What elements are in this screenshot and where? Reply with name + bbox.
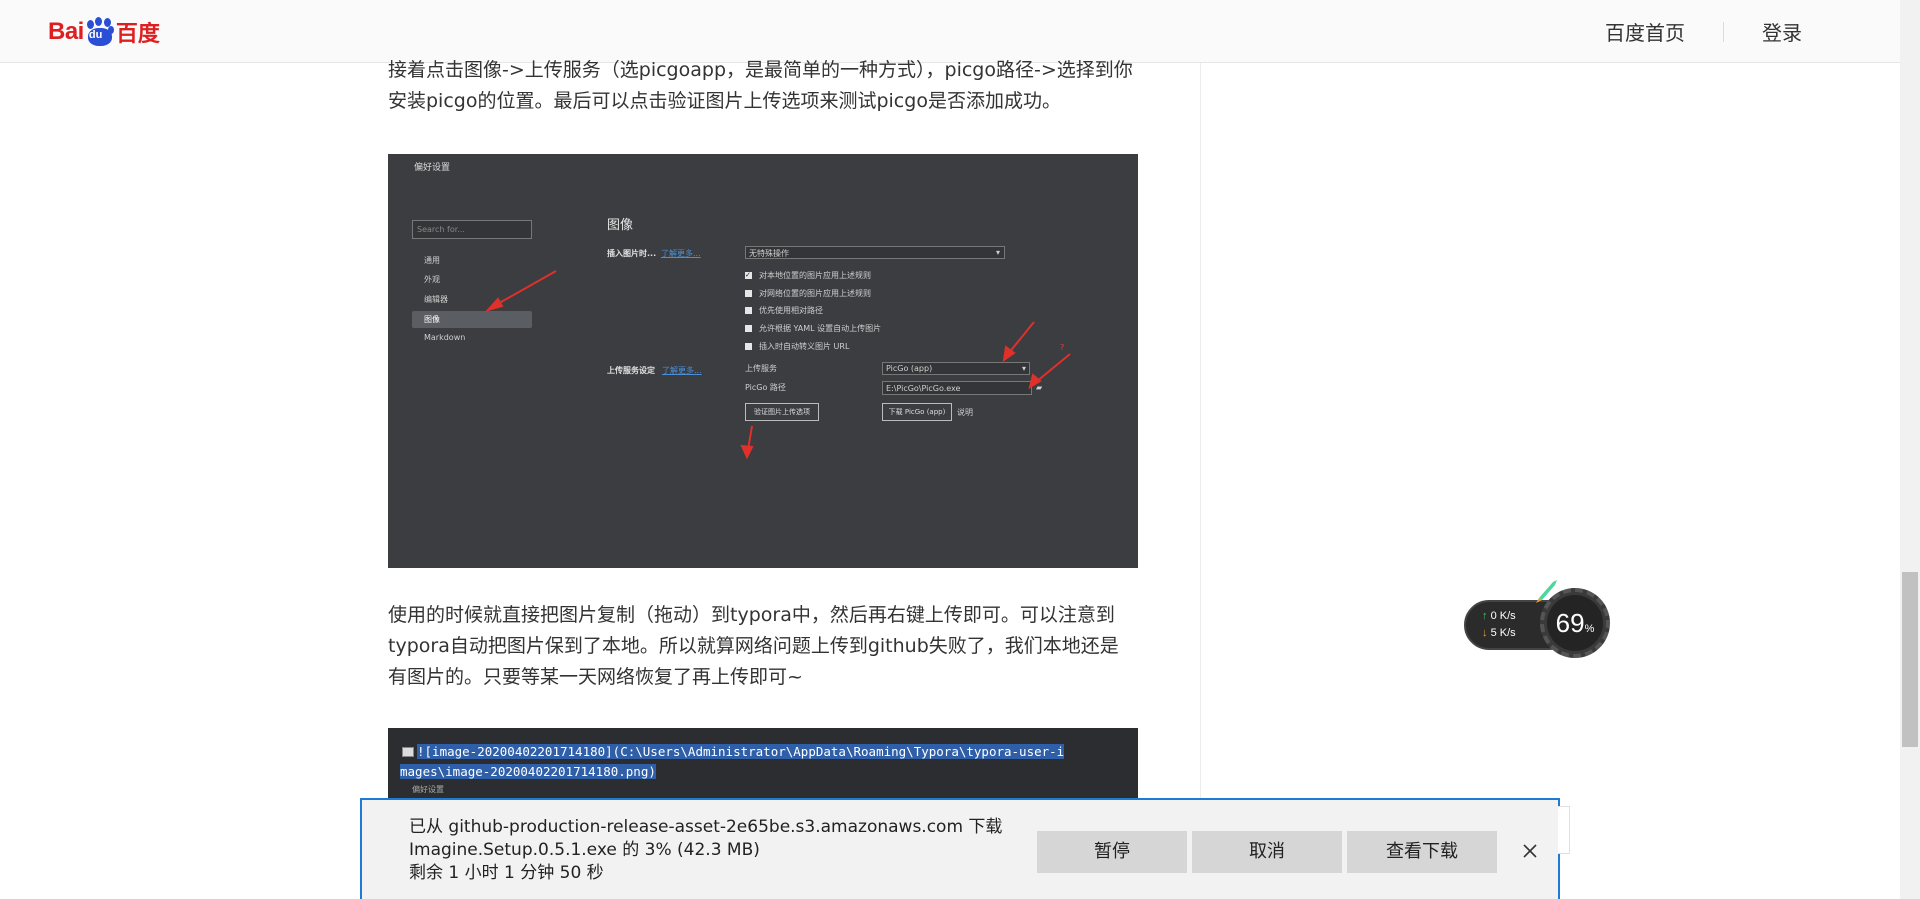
download-remaining-time: 剩余 1 小时 1 分钟 50 秒 xyxy=(409,863,604,883)
pause-button[interactable]: 暂停 xyxy=(1037,831,1187,873)
upload-rate-value: 0 K/s xyxy=(1490,610,1516,622)
baidu-logo[interactable]: Bai du 百度 xyxy=(48,14,160,50)
red-arrows-annotation xyxy=(484,270,1071,460)
download-notification-bar: 已从 github-production-release-asset-2e65b… xyxy=(360,798,1560,899)
upload-rate: ↑ 0 K/s xyxy=(1482,610,1516,622)
memory-percent-value: 69 xyxy=(1555,608,1585,638)
logo-text-cn: 百度 xyxy=(115,22,160,47)
preferences-screenshot: 偏好设置 Search for... 通用 外观 编辑器 图像 Markdown… xyxy=(388,154,1138,568)
arrow-up-icon: ↑ xyxy=(1482,610,1488,622)
network-speed-widget[interactable]: ↑ 0 K/s ↓ 5 K/s 69% xyxy=(1462,576,1612,658)
memory-percent-unit: % xyxy=(1584,623,1595,635)
download-progress-text: Imagine.Setup.0.5.1.exe 的 3% (42.3 MB) xyxy=(409,840,760,860)
sidebar-fragment xyxy=(1558,806,1570,854)
page-scrollbar[interactable] xyxy=(1900,0,1920,899)
image-icon xyxy=(402,747,414,757)
code-sub-caption: 偏好设置 xyxy=(412,785,444,794)
nav-baidu-home[interactable]: 百度首页 xyxy=(1567,17,1723,46)
scrollbar-thumb[interactable] xyxy=(1902,572,1918,747)
nav-login[interactable]: 登录 xyxy=(1724,17,1840,46)
arrow-down-icon: ↓ xyxy=(1482,627,1488,639)
download-rate: ↓ 5 K/s xyxy=(1482,627,1516,639)
top-header: Bai du 百度 百度首页 登录 xyxy=(0,0,1900,63)
download-message: 已从 github-production-release-asset-2e65b… xyxy=(409,816,1009,885)
code-line-1-text: ![image-20200402201714180](C:\Users\Admi… xyxy=(417,744,1065,759)
code-line-1: ![image-20200402201714180](C:\Users\Admi… xyxy=(402,742,1065,762)
download-rate-value: 5 K/s xyxy=(1490,627,1516,639)
close-icon[interactable] xyxy=(1519,840,1541,862)
code-line-2: mages\image-20200402201714180.png) xyxy=(400,762,656,782)
logo-text-du: du xyxy=(88,29,103,41)
download-source: 已从 github-production-release-asset-2e65b… xyxy=(409,817,1003,837)
paw-icon: du xyxy=(85,17,115,47)
logo-text-bai: Bai xyxy=(48,18,84,45)
view-downloads-button[interactable]: 查看下载 xyxy=(1347,831,1497,873)
article-paragraph-1: 接着点击图像->上传服务（选picgoapp，是最简单的一种方式），picgo路… xyxy=(388,59,1133,112)
article-paragraph-2: 使用的时候就直接把图片复制（拖动）到typora中，然后再右键上传即可。可以注意… xyxy=(388,604,1119,688)
rocket-icon xyxy=(1536,580,1557,603)
column-divider xyxy=(1200,63,1201,899)
header-nav: 百度首页 登录 xyxy=(1567,0,1840,63)
code-line-2-text: mages\image-20200402201714180.png) xyxy=(400,764,656,779)
cancel-button[interactable]: 取消 xyxy=(1192,831,1342,873)
